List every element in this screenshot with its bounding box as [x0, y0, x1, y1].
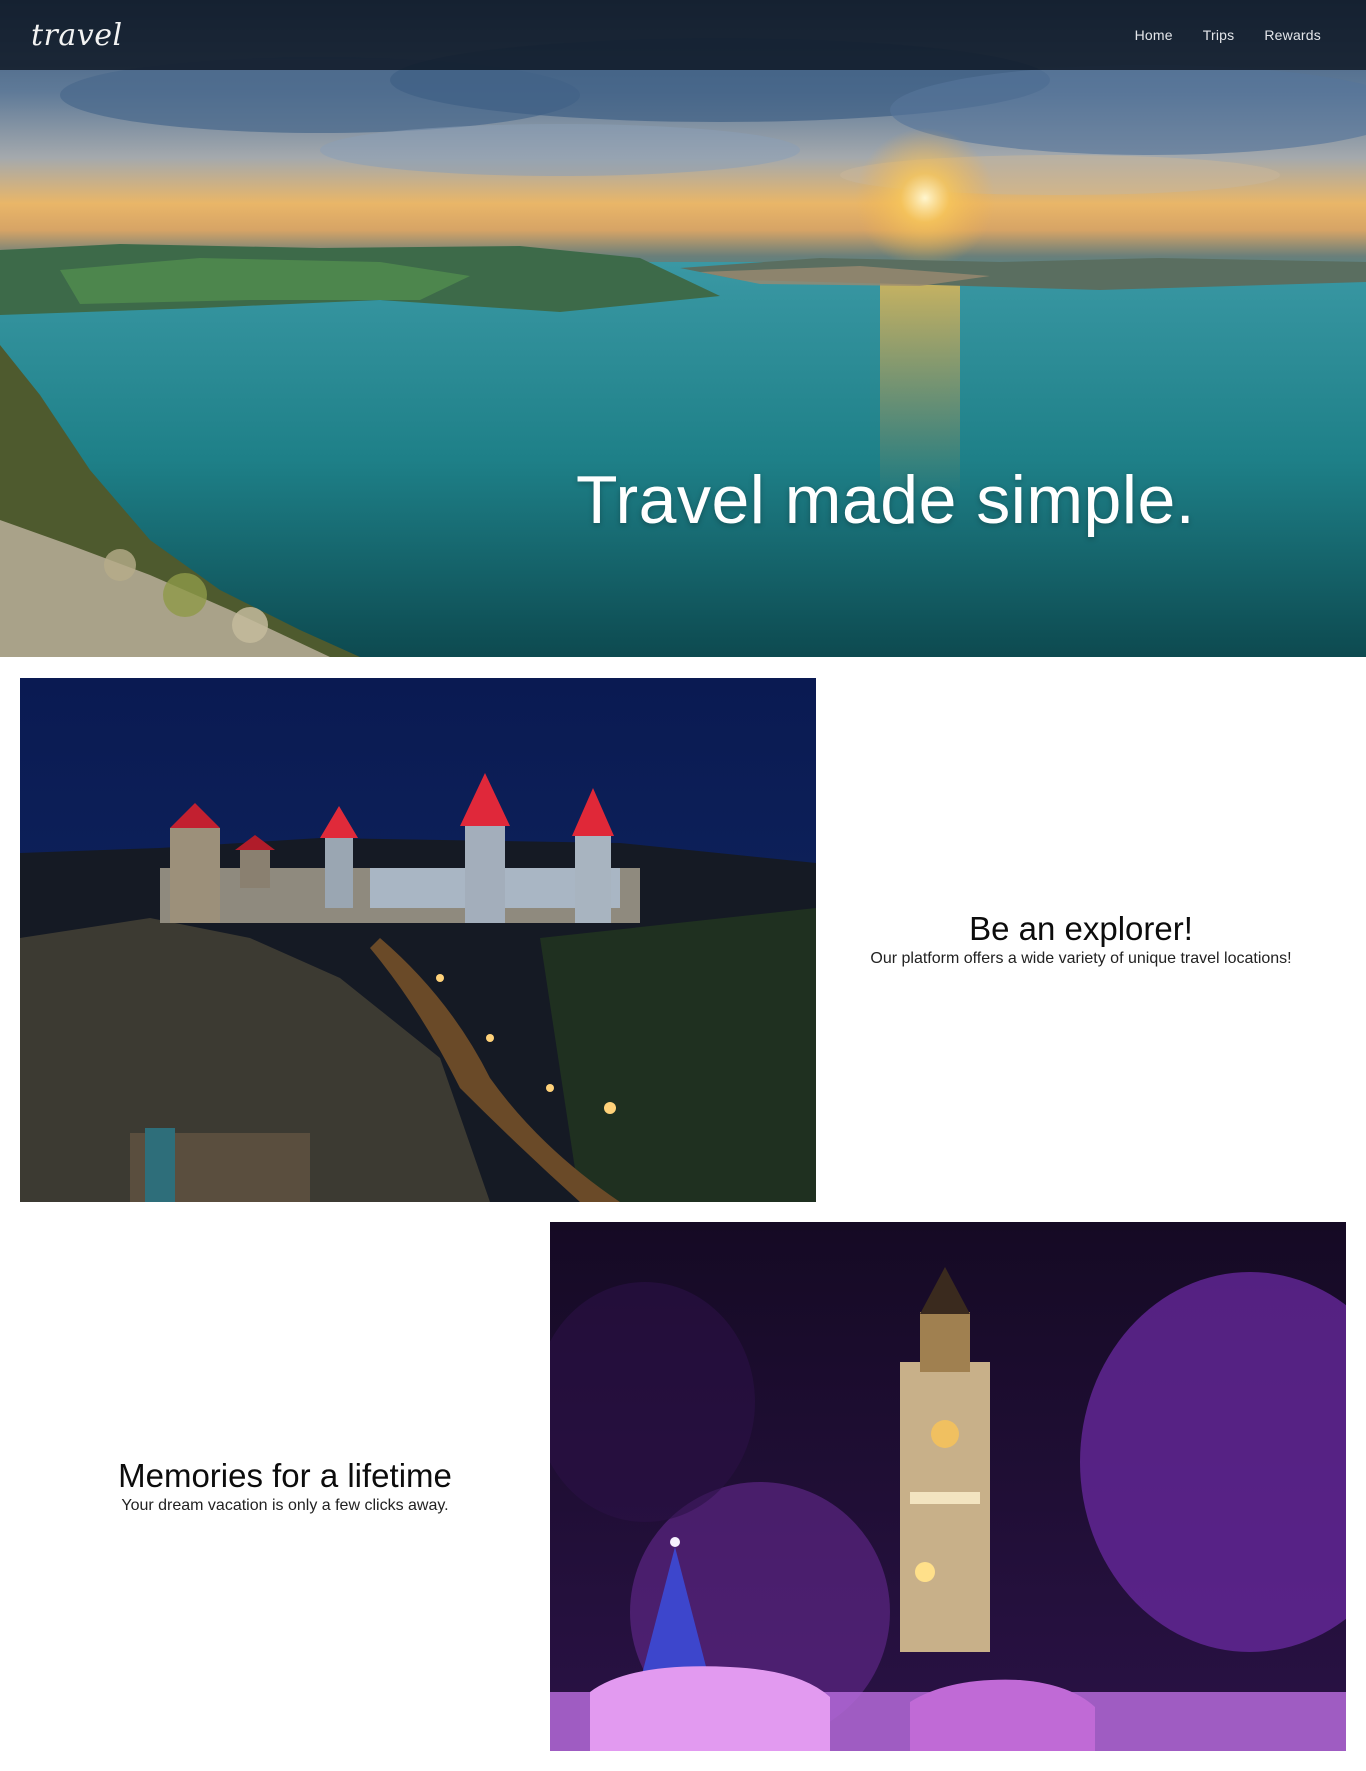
explorer-description: Our platform offers a wide variety of un… [870, 950, 1292, 967]
navbar: travel Home Trips Rewards [0, 0, 1366, 70]
nav-link-rewards[interactable]: Rewards [1264, 27, 1321, 43]
page: travel Home Trips Rewards Travel made si… [0, 0, 1366, 1771]
hero-banner: travel Home Trips Rewards Travel made si… [0, 0, 1366, 657]
nav-link-home[interactable]: Home [1135, 27, 1173, 43]
explorer-title: Be an explorer! [969, 910, 1193, 947]
nav-link-trips[interactable]: Trips [1203, 27, 1235, 43]
brand-logo[interactable]: travel [31, 18, 123, 53]
memories-description: Your dream vacation is only a few clicks… [121, 1497, 449, 1514]
hero-headline: Travel made simple. [576, 462, 1196, 538]
clock-tower-winter-image [550, 1222, 1346, 1751]
memories-title: Memories for a lifetime [118, 1457, 452, 1494]
explorer-feature: Be an explorer! Our platform offers a wi… [836, 910, 1326, 968]
hero-landscape-image [0, 38, 1366, 657]
nav-links: Home Trips Rewards [1135, 27, 1321, 43]
memories-feature: Memories for a lifetime Your dream vacat… [40, 1457, 530, 1515]
castle-night-image [20, 678, 816, 1202]
